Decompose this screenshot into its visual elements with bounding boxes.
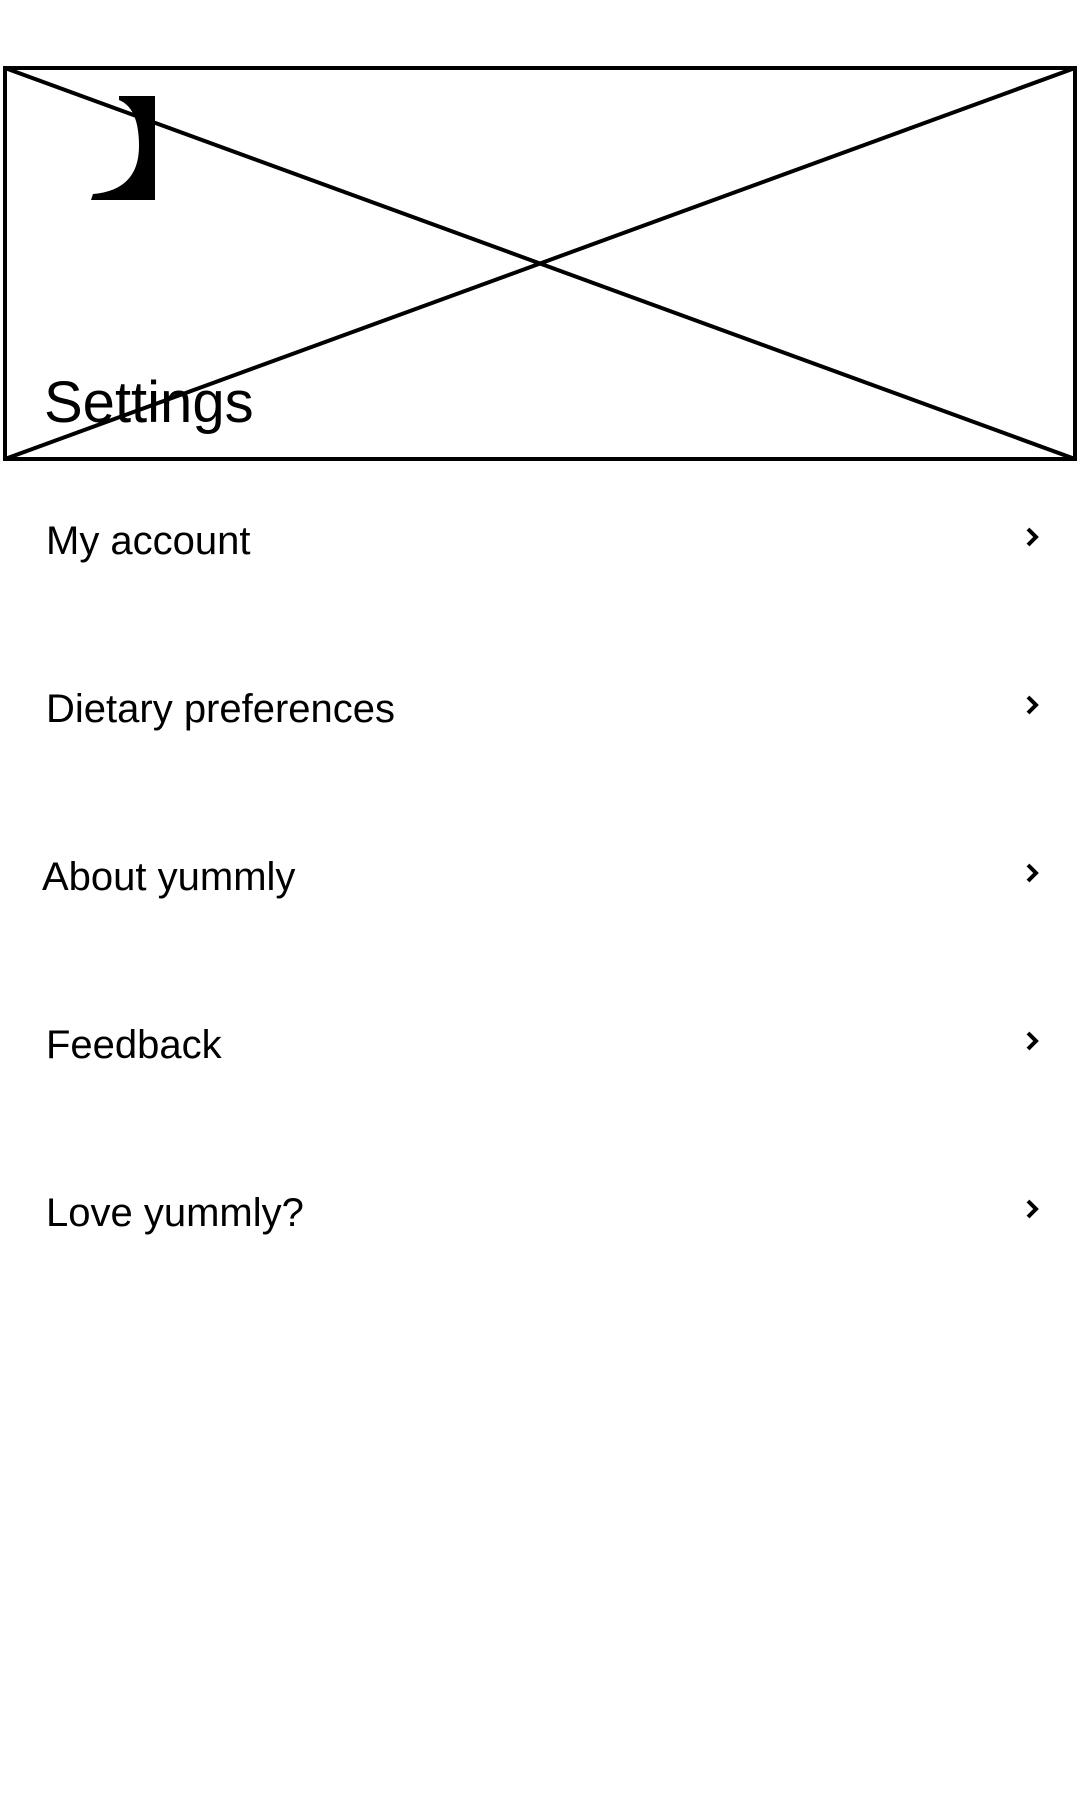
menu-item-label: Dietary preferences [46,687,396,731]
menu-item-feedback[interactable]: Feedback [0,965,1080,1133]
menu-item-label: About yummly [42,855,296,899]
back-arrow-icon [91,96,155,200]
chevron-right-icon [1024,1027,1042,1055]
menu-item-label: Feedback [46,1023,222,1067]
settings-screen: Settings My account Dietary preferences … [0,0,1080,1800]
menu-item-my-account[interactable]: My account [0,461,1080,629]
chevron-right-icon [1024,523,1042,551]
chevron-right-icon [1024,1195,1042,1223]
menu-item-dietary-preferences[interactable]: Dietary preferences [0,629,1080,797]
chevron-right-icon [1024,859,1042,887]
menu-item-label: My account [46,519,251,563]
header-banner: Settings [3,66,1077,461]
menu-item-love-yummly[interactable]: Love yummly? [0,1133,1080,1301]
menu-item-about-yummly[interactable]: About yummly [0,797,1080,965]
chevron-right-icon [1024,691,1042,719]
menu-item-label: Love yummly? [46,1191,304,1235]
settings-menu: My account Dietary preferences About yum… [0,461,1080,1301]
back-button[interactable] [83,94,159,202]
page-title: Settings [44,370,254,435]
